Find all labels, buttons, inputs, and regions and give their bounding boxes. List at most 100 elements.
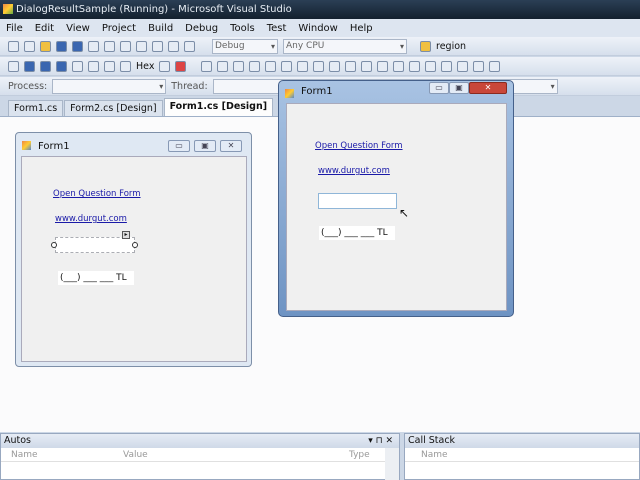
selected-textbox[interactable] [55, 237, 135, 253]
title-bar: DialogResultSample (Running) - Microsoft… [0, 0, 640, 19]
h-remove-icon[interactable] [425, 60, 437, 72]
same-size-icon[interactable] [345, 60, 357, 72]
thread-label: Thread: [171, 80, 208, 92]
h-spacing-icon[interactable] [377, 60, 389, 72]
column-type[interactable]: Type [349, 448, 370, 462]
process-label: Process: [8, 80, 48, 92]
same-height-icon[interactable] [329, 60, 341, 72]
restart-icon[interactable] [56, 60, 67, 72]
v-decrease-icon[interactable] [473, 60, 485, 72]
autos-scrollbar[interactable] [385, 448, 399, 480]
designer-form[interactable]: Form1 ▭ ▣ ✕ Open Question Form www.durgu… [15, 132, 252, 367]
align-grid-icon[interactable] [201, 60, 213, 72]
step-over-icon[interactable] [88, 60, 99, 72]
paste-icon[interactable] [120, 40, 131, 52]
smart-tag-icon[interactable]: ▸ [122, 231, 130, 239]
same-width-icon[interactable] [313, 60, 325, 72]
platform-select[interactable]: Any CPU [283, 38, 407, 54]
align-left-icon[interactable] [217, 60, 229, 72]
menu-bar: File Edit View Project Build Debug Tools… [0, 19, 640, 37]
configuration-select[interactable]: Debug [212, 38, 278, 54]
undo-icon[interactable] [136, 40, 147, 52]
break-all-icon[interactable] [24, 60, 35, 72]
redo-icon[interactable] [152, 40, 163, 52]
find-input[interactable]: region [436, 41, 466, 52]
masked-textbox[interactable]: (___) ___ ___ TL [319, 226, 395, 240]
call-stack-columns: Name [405, 448, 639, 462]
column-value[interactable]: Value [123, 448, 148, 462]
menu-file[interactable]: File [6, 23, 23, 34]
running-form-window: Form1 ▭ ▣ ✕ Open Question Form www.durgu… [278, 80, 514, 317]
mouse-cursor-icon: ↖ [399, 206, 410, 220]
standard-toolbar: Debug Any CPU region [0, 37, 640, 56]
start-icon[interactable] [184, 40, 195, 52]
save-icon[interactable] [56, 40, 67, 52]
website-link[interactable]: www.durgut.com [55, 214, 127, 224]
resize-handle-right[interactable] [132, 242, 138, 248]
new-project-icon[interactable] [8, 40, 19, 52]
windows-icon[interactable] [175, 60, 187, 72]
autos-panel: Autos ▾ ⊓ ✕ Name Value Type [0, 433, 400, 480]
minimize-button[interactable]: ▭ [429, 82, 449, 94]
maximize-button[interactable]: ▣ [449, 82, 469, 94]
masked-textbox[interactable]: (___) ___ ___ TL [58, 271, 134, 285]
menu-window[interactable]: Window [298, 23, 337, 34]
tab-form1-design[interactable]: Form1.cs [Design] [163, 98, 274, 116]
size-to-grid-icon[interactable] [361, 60, 373, 72]
text-input[interactable] [318, 193, 397, 209]
open-icon[interactable] [40, 40, 51, 52]
copy-icon[interactable] [104, 40, 115, 52]
v-remove-icon[interactable] [489, 60, 501, 72]
align-top-icon[interactable] [265, 60, 277, 72]
hex-button[interactable]: Hex [136, 61, 154, 72]
call-stack-header: Call Stack [405, 434, 639, 448]
menu-project[interactable]: Project [102, 23, 136, 34]
h-decrease-icon[interactable] [409, 60, 421, 72]
save-all-icon[interactable] [72, 40, 83, 52]
website-link[interactable]: www.durgut.com [318, 166, 390, 176]
resize-handle-left[interactable] [51, 242, 57, 248]
menu-test[interactable]: Test [267, 23, 287, 34]
menu-view[interactable]: View [66, 23, 90, 34]
open-question-form-link[interactable]: Open Question Form [53, 189, 141, 199]
autos-header: Autos ▾ ⊓ ✕ [1, 434, 399, 448]
v-spacing-icon[interactable] [441, 60, 453, 72]
show-next-icon[interactable] [120, 60, 131, 72]
align-bottom-icon[interactable] [297, 60, 309, 72]
window-title: DialogResultSample (Running) - Microsoft… [16, 4, 292, 15]
navigate-icon[interactable] [168, 40, 179, 52]
align-right-icon[interactable] [249, 60, 261, 72]
v-increase-icon[interactable] [457, 60, 469, 72]
menu-tools[interactable]: Tools [230, 23, 255, 34]
panel-controls-icon[interactable]: ▾ ⊓ ✕ [368, 434, 393, 448]
cut-icon[interactable] [88, 40, 99, 52]
process-select[interactable] [52, 78, 167, 94]
menu-debug[interactable]: Debug [185, 23, 218, 34]
step-into-icon[interactable] [72, 60, 83, 72]
tab-form1-cs[interactable]: Form1.cs [8, 100, 64, 116]
column-name[interactable]: Name [421, 448, 448, 462]
step-out-icon[interactable] [104, 60, 115, 72]
call-stack-title: Call Stack [408, 435, 456, 446]
menu-build[interactable]: Build [148, 23, 173, 34]
designer-form-client: Open Question Form www.durgut.com ▸ (___… [21, 156, 247, 362]
continue-icon[interactable] [8, 60, 19, 72]
tab-form2-design[interactable]: Form2.cs [Design] [64, 100, 163, 116]
debug-toolbar: Hex [0, 57, 640, 76]
open-question-form-link[interactable]: Open Question Form [315, 141, 403, 151]
align-center-icon[interactable] [233, 60, 245, 72]
h-increase-icon[interactable] [393, 60, 405, 72]
stop-icon[interactable] [40, 60, 51, 72]
find-icon[interactable] [420, 40, 431, 52]
menu-help[interactable]: Help [350, 23, 373, 34]
close-icon: ✕ [220, 140, 242, 152]
close-button[interactable]: ✕ [469, 82, 507, 94]
running-form-title: Form1 [301, 86, 333, 97]
add-item-icon[interactable] [24, 40, 35, 52]
breakpoint-icon[interactable] [159, 60, 171, 72]
column-name[interactable]: Name [11, 448, 38, 462]
minimize-icon: ▭ [168, 140, 190, 152]
menu-edit[interactable]: Edit [35, 23, 54, 34]
running-form-client: Open Question Form www.durgut.com ↖ (___… [286, 103, 507, 311]
align-middle-icon[interactable] [281, 60, 293, 72]
